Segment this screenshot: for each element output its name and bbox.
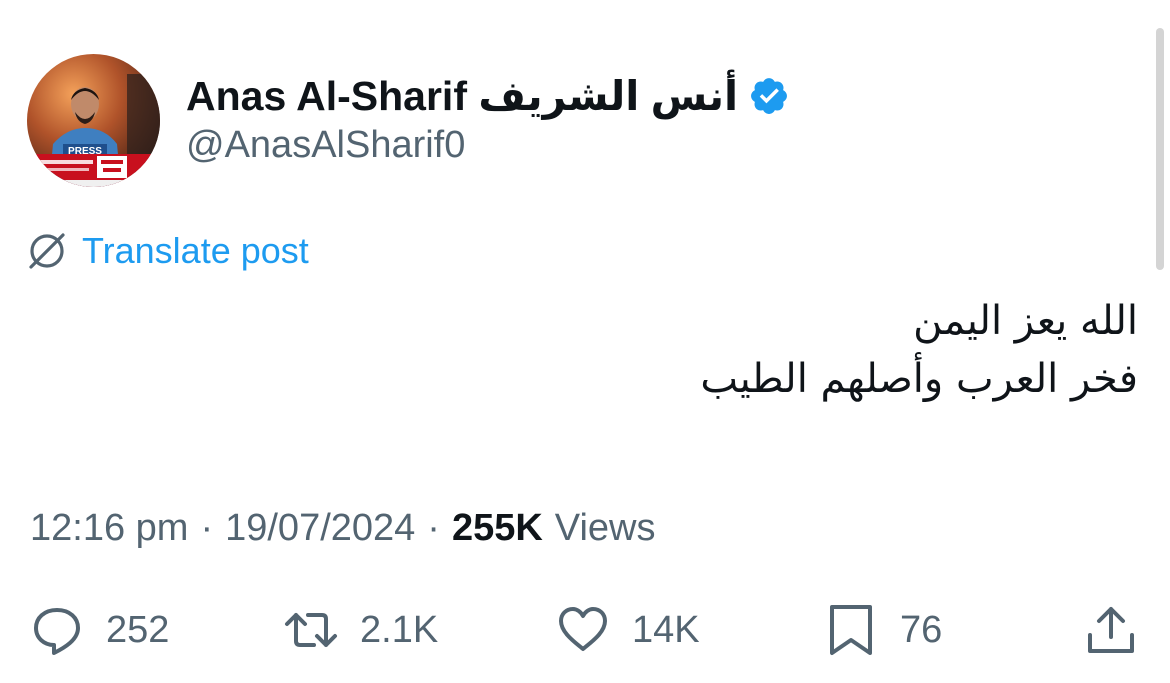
heart-icon [559, 607, 607, 651]
scrollbar[interactable] [1156, 28, 1164, 270]
author-handle[interactable]: @AnasAlSharif0 [186, 124, 465, 167]
share-button[interactable] [1084, 600, 1138, 660]
post-time[interactable]: 12:16 pm [30, 507, 188, 550]
verified-badge-icon [748, 75, 790, 117]
author-name-row[interactable]: Anas Al-Sharif أنس الشريف [186, 66, 790, 126]
reply-count: 252 [106, 608, 170, 651]
bookmark-button[interactable]: 76 [824, 600, 942, 660]
like-count: 14K [632, 608, 700, 651]
post-text-line: فخر العرب وأصلهم الطيب [700, 356, 1138, 402]
translate-post-link[interactable]: Translate post [26, 224, 309, 278]
meta-separator: · [200, 506, 214, 549]
post-text: الله يعز اليمن فخر العرب وأصلهم الطيب [438, 292, 1138, 408]
reply-icon [34, 608, 80, 655]
meta-separator: · [427, 506, 440, 549]
repost-count: 2.1K [360, 608, 439, 651]
like-button[interactable]: 14K [556, 600, 700, 660]
share-icon [1088, 607, 1134, 653]
post-meta: 12:16 pm · 19/07/2024 · 255K Views [30, 503, 655, 553]
bookmark-count: 76 [900, 608, 943, 651]
views-label[interactable]: Views [555, 507, 656, 550]
bookmark-icon [830, 605, 872, 655]
author-display-name[interactable]: Anas Al-Sharif أنس الشريف [186, 72, 738, 120]
repost-icon [285, 613, 337, 647]
translate-post-label[interactable]: Translate post [82, 230, 309, 272]
post-text-line: الله يعز اليمن [913, 298, 1138, 344]
avatar[interactable]: PRESS [27, 54, 160, 187]
post-date[interactable]: 19/07/2024 [225, 507, 415, 550]
repost-button[interactable]: 2.1K [284, 600, 438, 660]
globe-slash-icon [26, 230, 68, 272]
reply-button[interactable]: 252 [30, 600, 169, 660]
avatar-image: PRESS [27, 54, 160, 187]
views-count[interactable]: 255K [452, 507, 543, 550]
action-bar: 252 2.1K 14K 76 [0, 600, 1170, 660]
